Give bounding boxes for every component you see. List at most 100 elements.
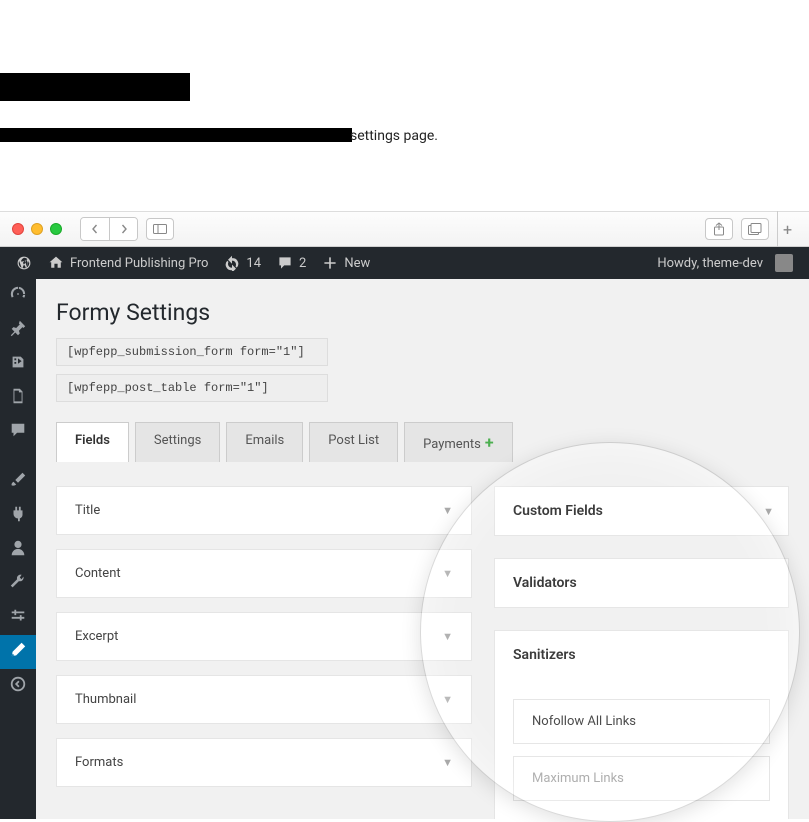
sidebar-item-frontend-publishing[interactable] <box>0 635 36 669</box>
sidebar-item-collapse[interactable] <box>0 669 36 703</box>
sanitizer-nofollow[interactable]: Nofollow All Links <box>513 699 770 744</box>
minimize-window-button[interactable] <box>31 223 43 235</box>
chevron-down-icon: ▼ <box>442 756 453 769</box>
tab-settings[interactable]: Settings <box>135 422 220 462</box>
updates-link[interactable]: 14 <box>216 247 269 279</box>
sidebar-item-dashboard[interactable] <box>0 279 36 313</box>
share-button[interactable] <box>705 218 733 240</box>
main-area: Title ▼ Content ▼ Excerpt ▼ Thumbnail ▼ Form… <box>56 486 789 819</box>
wp-content: Formy Settings [wpfepp_submission_form f… <box>36 279 809 819</box>
redacted-subtitle <box>0 128 352 142</box>
tab-emails[interactable]: Emails <box>226 422 303 462</box>
field-title[interactable]: Title ▼ <box>56 486 472 535</box>
panel-sanitizers[interactable]: Sanitizers <box>494 630 789 679</box>
shortcode-post-table[interactable]: [wpfepp_post_table form="1"] <box>56 374 328 402</box>
field-formats[interactable]: Formats ▼ <box>56 738 472 787</box>
panels-column: Custom Fields ▼ Validators Sanitizers Nof… <box>494 486 789 819</box>
panel-label: Custom Fields <box>513 503 603 519</box>
refresh-icon <box>224 255 240 271</box>
field-excerpt[interactable]: Excerpt ▼ <box>56 612 472 661</box>
plus-icon: + <box>485 433 494 452</box>
new-content-link[interactable]: New <box>314 247 378 279</box>
subtitle-fragment: settings page. <box>350 128 438 144</box>
chevron-down-icon: ▼ <box>442 504 453 517</box>
panel-custom-fields[interactable]: Custom Fields ▼ <box>494 486 789 536</box>
browser-titlebar: + <box>0 211 809 247</box>
tab-payments[interactable]: Payments + <box>404 422 512 462</box>
plug-icon <box>9 505 27 527</box>
media-icon <box>9 353 27 375</box>
chevron-down-icon: ▼ <box>442 693 453 706</box>
comment-icon <box>277 255 293 271</box>
panel-label: Validators <box>513 575 577 591</box>
new-tab-button[interactable]: + <box>777 211 797 247</box>
browser-window: + Frontend Publishing Pro 14 2 <box>0 211 809 819</box>
chevron-down-icon: ▼ <box>763 505 774 518</box>
sidebar-item-comments[interactable] <box>0 415 36 449</box>
maximize-window-button[interactable] <box>50 223 62 235</box>
dashboard-icon <box>9 285 27 307</box>
wrench-icon <box>9 573 27 595</box>
brush-icon <box>9 471 27 493</box>
wp-sidebar <box>0 279 36 819</box>
sanitizer-max-links[interactable]: Maximum Links <box>513 756 770 801</box>
pen-icon <box>9 641 27 663</box>
wordpress-icon <box>16 255 32 271</box>
field-label: Content <box>75 566 121 581</box>
tab-payments-label: Payments <box>423 437 481 452</box>
share-icon <box>713 222 725 236</box>
shortcode-submission-form[interactable]: [wpfepp_submission_form form="1"] <box>56 338 328 366</box>
tab-post-list[interactable]: Post List <box>309 422 398 462</box>
field-label: Excerpt <box>75 629 118 644</box>
tabs-icon <box>748 223 762 235</box>
sidebar-toggle-button[interactable] <box>146 218 174 240</box>
panel-validators[interactable]: Validators <box>494 558 789 608</box>
tabs-button[interactable] <box>741 218 769 240</box>
comments-link[interactable]: 2 <box>269 247 314 279</box>
updates-count: 14 <box>246 256 261 271</box>
pin-icon <box>9 319 27 341</box>
plus-icon <box>322 255 338 271</box>
site-name-link[interactable]: Frontend Publishing Pro <box>40 247 216 279</box>
sidebar-item-media[interactable] <box>0 347 36 381</box>
redacted-heading <box>0 73 190 101</box>
wp-body: Formy Settings [wpfepp_submission_form f… <box>0 279 809 819</box>
sidebar-item-posts[interactable] <box>0 313 36 347</box>
sliders-icon <box>9 607 27 629</box>
comments-count: 2 <box>299 256 306 271</box>
sidebar-item-plugins[interactable] <box>0 499 36 533</box>
field-thumbnail[interactable]: Thumbnail ▼ <box>56 675 472 724</box>
collapse-icon <box>9 675 27 697</box>
nav-group <box>80 217 138 241</box>
avatar <box>775 254 793 272</box>
new-label: New <box>344 256 370 271</box>
panel-label: Sanitizers <box>513 647 576 663</box>
wp-logo-button[interactable] <box>8 247 40 279</box>
close-window-button[interactable] <box>12 223 24 235</box>
sidebar-item-pages[interactable] <box>0 381 36 415</box>
chevron-down-icon: ▼ <box>442 630 453 643</box>
page-title: Formy Settings <box>56 299 789 326</box>
sidebar-item-tools[interactable] <box>0 567 36 601</box>
sidebar-item-appearance[interactable] <box>0 465 36 499</box>
user-menu[interactable]: Howdy, theme-dev <box>649 247 801 279</box>
howdy-label: Howdy, theme-dev <box>657 256 763 271</box>
forward-button[interactable] <box>109 218 137 240</box>
back-button[interactable] <box>81 218 109 240</box>
sidebar-icon <box>153 224 167 234</box>
tabs: Fields Settings Emails Post List Payment… <box>56 422 789 462</box>
site-name-label: Frontend Publishing Pro <box>70 256 208 271</box>
field-label: Formats <box>75 755 123 770</box>
user-icon <box>9 539 27 561</box>
fields-column: Title ▼ Content ▼ Excerpt ▼ Thumbnail ▼ Form… <box>56 486 472 819</box>
pages-icon <box>9 387 27 409</box>
field-content[interactable]: Content ▼ <box>56 549 472 598</box>
chevron-right-icon <box>119 224 129 234</box>
wp-adminbar: Frontend Publishing Pro 14 2 New Howdy, … <box>0 247 809 279</box>
field-label: Thumbnail <box>75 692 136 707</box>
sidebar-item-users[interactable] <box>0 533 36 567</box>
tab-fields[interactable]: Fields <box>56 422 129 462</box>
sidebar-item-settings[interactable] <box>0 601 36 635</box>
field-label: Title <box>75 503 100 518</box>
chevron-down-icon: ▼ <box>442 567 453 580</box>
